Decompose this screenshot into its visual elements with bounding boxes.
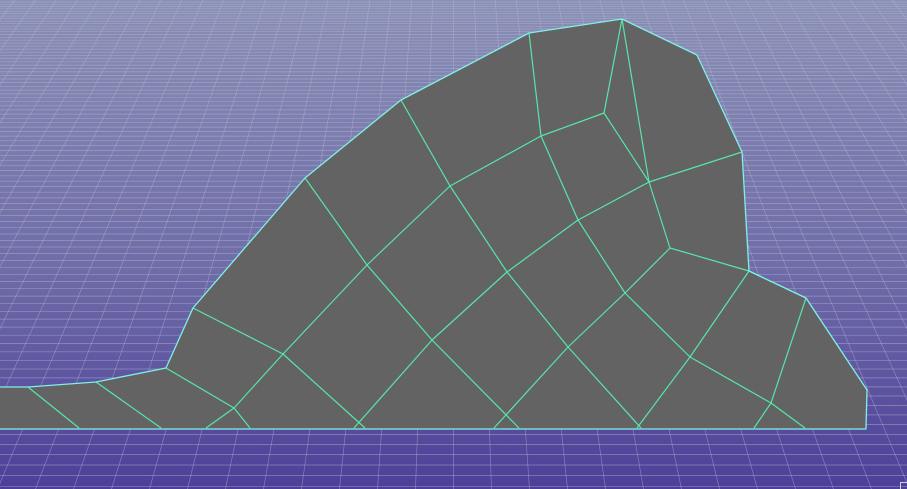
mesh-object[interactable] — [0, 0, 907, 489]
resize-corner-icon[interactable] — [900, 482, 907, 489]
3d-viewport[interactable] — [0, 0, 907, 489]
mesh-face-fill — [0, 19, 867, 429]
